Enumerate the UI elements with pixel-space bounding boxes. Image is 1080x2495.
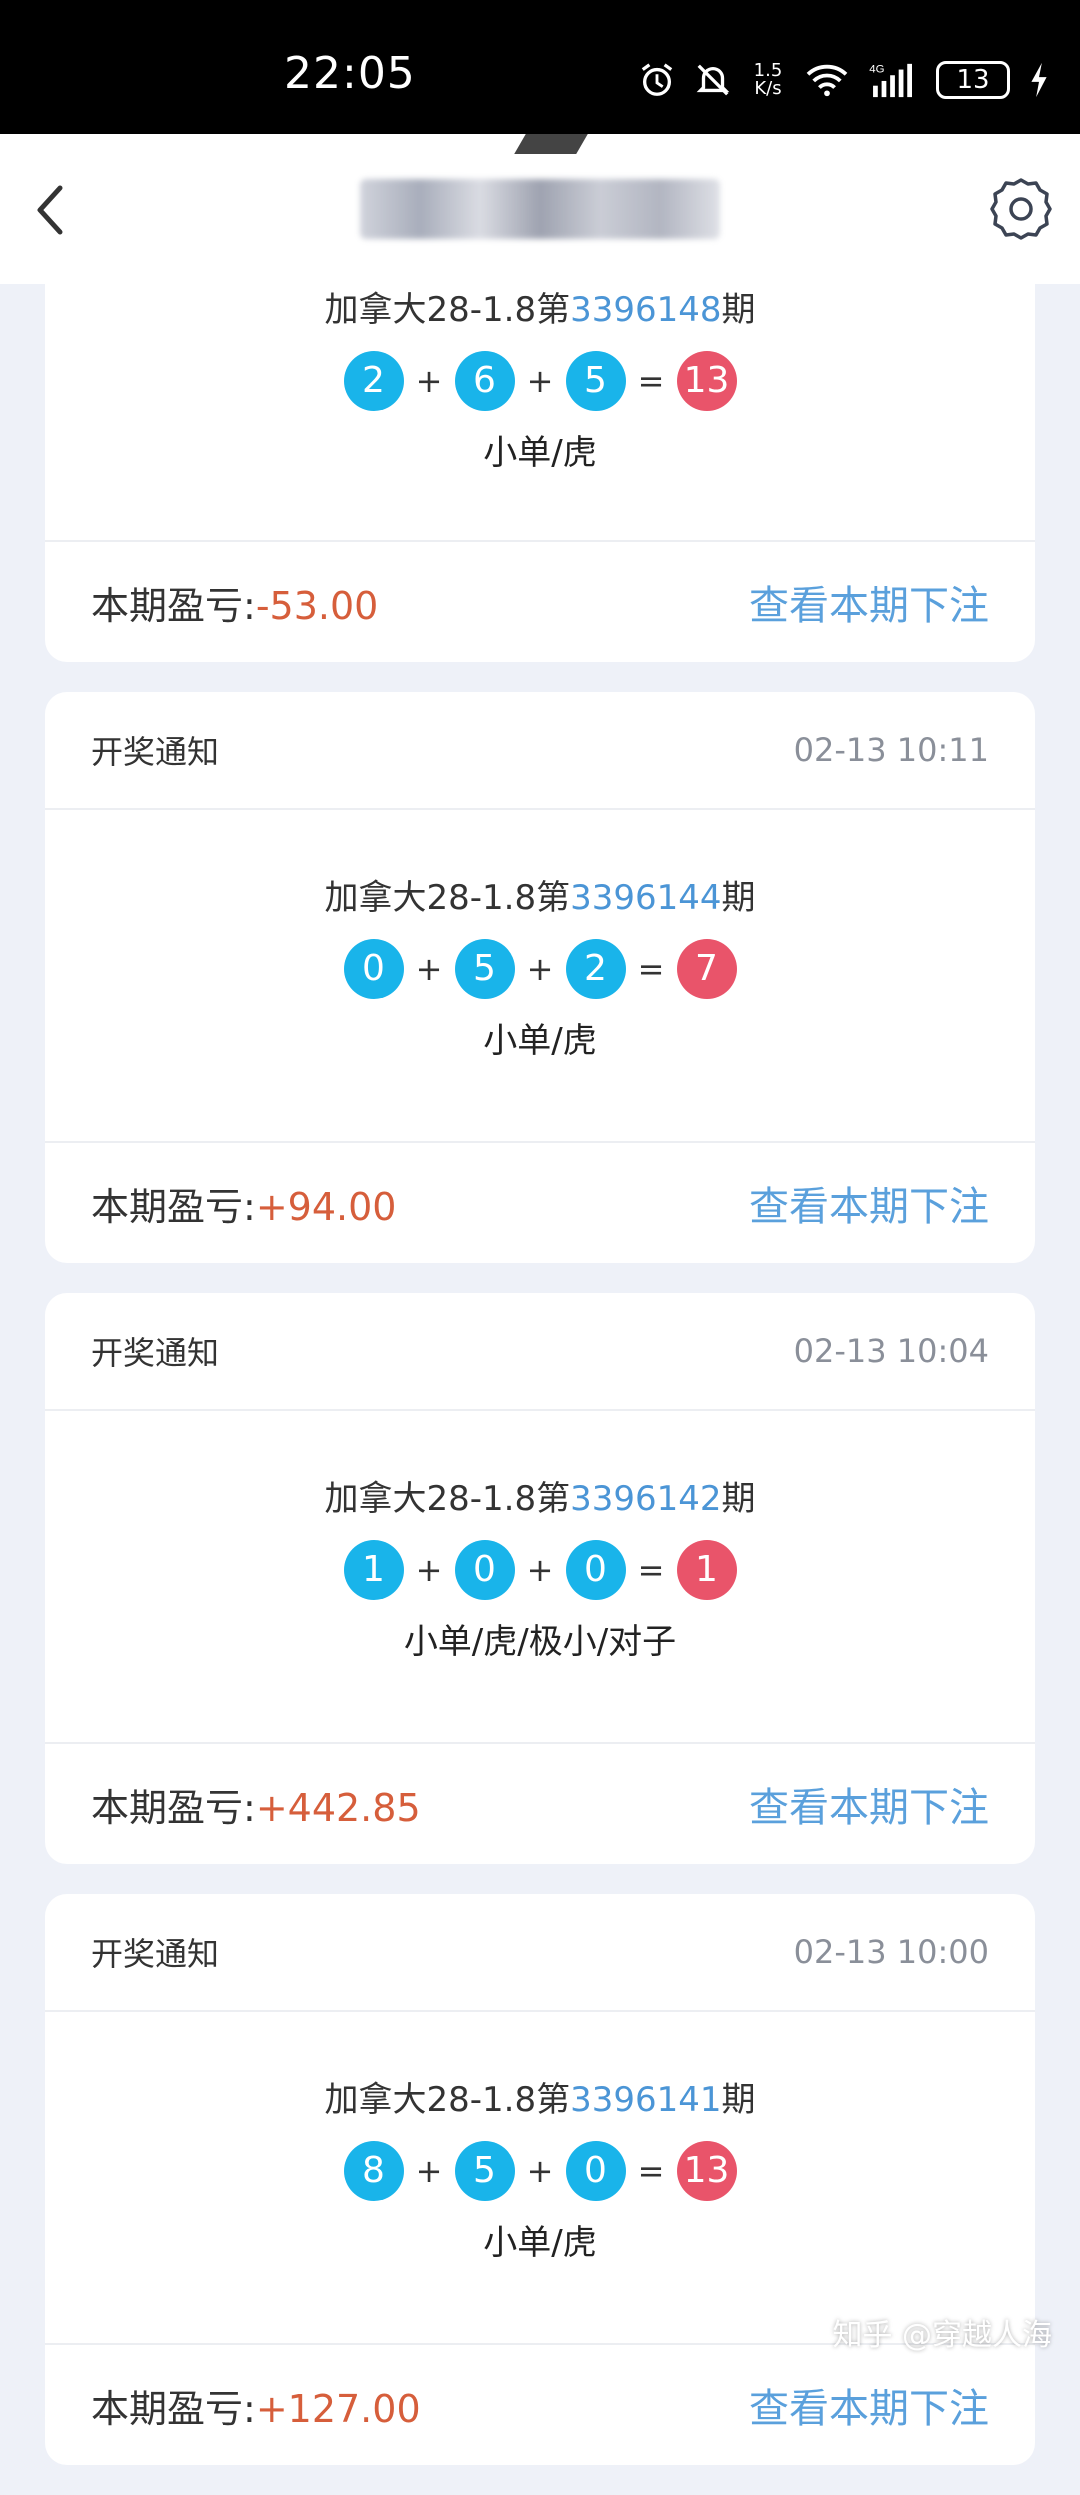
clock: 22:05 <box>284 48 416 99</box>
notice-type: 开奖通知 <box>91 1334 220 1372</box>
notice-type: 开奖通知 <box>91 1935 220 1973</box>
notice-time: 02-13 10:00 <box>793 1933 989 1971</box>
plus-sign: + <box>526 2152 554 2190</box>
draw-card: 开奖通知 02-13 10:11 加拿大28-1.8第3396144期 0 + 5… <box>45 692 1035 1263</box>
plus-sign: + <box>526 1551 554 1589</box>
notice-time: 02-13 10:11 <box>793 731 989 769</box>
number-ball: 5 <box>454 2141 515 2201</box>
alarm-icon <box>641 63 673 96</box>
draw-card: 开奖通知 02-13 10:00 加拿大28-1.8第3396141期 8 + 5… <box>45 1894 1035 2465</box>
view-bets-link[interactable]: 查看本期下注 <box>749 1775 989 1833</box>
draw-body: 加拿大28-1.8第3396144期 0 + 5 + 2 = 7 小单/虎 <box>45 810 1035 1143</box>
number-ball: 1 <box>343 1540 404 1600</box>
card-footer: 本期盈亏:+127.00 查看本期下注 <box>45 2345 1035 2465</box>
back-arrow-icon[interactable] <box>26 180 76 240</box>
profit-value: +127.00 <box>255 2386 421 2431</box>
sum-ball: 13 <box>676 2141 737 2201</box>
draw-balls: 8 + 5 + 0 = 13 <box>45 2132 1035 2210</box>
draw-body: 加拿大28-1.8第3396142期 1 + 0 + 0 = 1 小单/虎/极小/对子 <box>45 1411 1035 1744</box>
app-header <box>0 134 1080 284</box>
wifi-icon <box>806 64 848 97</box>
number-ball: 2 <box>343 351 404 411</box>
number-ball: 5 <box>565 351 626 411</box>
draw-title: 加拿大28-1.8第3396142期 <box>324 1479 756 1519</box>
draw-card: 加拿大28-1.8第3396148期 2 + 6 + 5 = 13 小单/虎 本期盈亏… <box>45 284 1035 662</box>
draw-title: 加拿大28-1.8第3396144期 <box>324 878 756 918</box>
draw-notice-list: 加拿大28-1.8第3396148期 2 + 6 + 5 = 13 小单/虎 本期盈亏… <box>45 284 1035 2495</box>
plus-sign: + <box>415 950 443 988</box>
number-ball: 0 <box>454 1540 515 1600</box>
draw-balls: 0 + 5 + 2 = 7 <box>45 930 1035 1008</box>
card-header: 开奖通知 02-13 10:00 <box>45 1894 1035 2012</box>
view-bets-link[interactable]: 查看本期下注 <box>749 2376 989 2434</box>
card-footer: 本期盈亏:-53.00 查看本期下注 <box>45 542 1035 662</box>
plus-sign: + <box>415 1551 443 1589</box>
card-footer: 本期盈亏:+442.85 查看本期下注 <box>45 1744 1035 1864</box>
page-title <box>360 179 720 239</box>
draw-body: 加拿大28-1.8第3396148期 2 + 6 + 5 = 13 小单/虎 <box>45 284 1035 542</box>
number-ball: 0 <box>343 939 404 999</box>
watermark: 知乎 @穿越人海 <box>832 2318 1052 2353</box>
svg-text:4G: 4G <box>869 63 884 75</box>
profit-label: 本期盈亏: <box>91 1785 256 1830</box>
battery-indicator: 13 <box>936 61 1010 99</box>
notice-type: 开奖通知 <box>91 733 220 771</box>
issue-number: 3396142 <box>570 1479 722 1519</box>
profit-label: 本期盈亏: <box>91 583 256 628</box>
view-bets-link[interactable]: 查看本期下注 <box>749 573 989 631</box>
sum-ball: 7 <box>676 939 737 999</box>
net-speed: 1.5 K/s <box>753 60 783 99</box>
number-ball: 0 <box>565 2141 626 2201</box>
charging-icon <box>1031 62 1047 98</box>
card-header: 开奖通知 02-13 10:04 <box>45 1293 1035 1411</box>
draw-result: 小单/虎 <box>483 1021 597 1061</box>
view-bets-link[interactable]: 查看本期下注 <box>749 1174 989 1232</box>
profit-value: -53.00 <box>255 583 379 628</box>
draw-balls: 2 + 6 + 5 = 13 <box>45 342 1035 420</box>
number-ball: 2 <box>565 939 626 999</box>
sum-ball: 1 <box>676 1540 737 1600</box>
plus-sign: + <box>526 950 554 988</box>
title-blur-mark <box>514 134 588 154</box>
notice-time: 02-13 10:04 <box>793 1332 989 1370</box>
settings-gear-icon[interactable] <box>986 174 1056 244</box>
number-ball: 0 <box>565 1540 626 1600</box>
status-bar: 22:05 1.5 K/s 4G 13 <box>0 0 1080 134</box>
status-icons: 1.5 K/s 4G 13 <box>638 50 1050 110</box>
number-ball: 8 <box>343 2141 404 2201</box>
equals-sign: = <box>637 1551 665 1589</box>
signal-icon: 4G <box>869 63 912 98</box>
draw-result: 小单/虎/极小/对子 <box>403 1622 677 1662</box>
mute-bell-icon <box>696 64 730 96</box>
equals-sign: = <box>637 950 665 988</box>
draw-title: 加拿大28-1.8第3396148期 <box>324 290 756 330</box>
number-ball: 5 <box>454 939 515 999</box>
draw-body: 加拿大28-1.8第3396141期 8 + 5 + 0 = 13 小单/虎 <box>45 2012 1035 2345</box>
issue-number: 3396144 <box>570 878 722 918</box>
draw-balls: 1 + 0 + 0 = 1 <box>45 1531 1035 1609</box>
plus-sign: + <box>526 362 554 400</box>
draw-title: 加拿大28-1.8第3396141期 <box>324 2080 756 2120</box>
profit-value: +94.00 <box>255 1184 397 1229</box>
profit-label: 本期盈亏: <box>91 2386 256 2431</box>
card-header: 开奖通知 02-13 10:11 <box>45 692 1035 810</box>
equals-sign: = <box>637 2152 665 2190</box>
plus-sign: + <box>415 2152 443 2190</box>
sum-ball: 13 <box>676 351 737 411</box>
profit-label: 本期盈亏: <box>91 1184 256 1229</box>
card-footer: 本期盈亏:+94.00 查看本期下注 <box>45 1143 1035 1263</box>
draw-result: 小单/虎 <box>483 433 597 473</box>
draw-card: 开奖通知 02-13 10:04 加拿大28-1.8第3396142期 1 + 0… <box>45 1293 1035 1864</box>
profit-value: +442.85 <box>255 1785 421 1830</box>
number-ball: 6 <box>454 351 515 411</box>
issue-number: 3396148 <box>570 290 722 330</box>
equals-sign: = <box>637 362 665 400</box>
plus-sign: + <box>415 362 443 400</box>
draw-result: 小单/虎 <box>483 2223 597 2263</box>
issue-number: 3396141 <box>570 2080 722 2120</box>
